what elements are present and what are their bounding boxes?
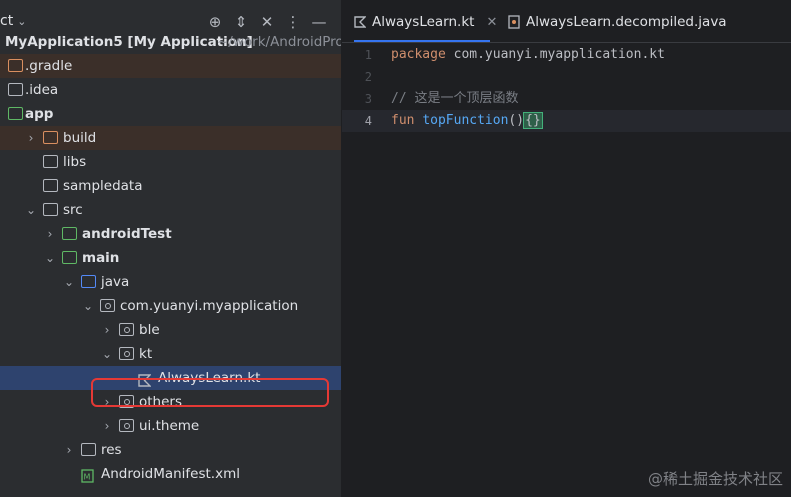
chevron-down-icon[interactable]: ⌄ bbox=[100, 342, 114, 366]
expand-collapse-icon[interactable]: ⇕ bbox=[231, 12, 251, 32]
tree-item[interactable]: sampledata bbox=[0, 174, 341, 198]
close-tab-icon[interactable]: ✕ bbox=[486, 15, 497, 30]
tree-item-label: app bbox=[25, 106, 54, 122]
tree-item[interactable]: ⌄ com.yuanyi.myapplication bbox=[0, 294, 341, 318]
tree-item[interactable]: › ui.theme bbox=[0, 414, 341, 438]
tree-item[interactable]: ⌄ java bbox=[0, 270, 341, 294]
code-token: topFunction bbox=[422, 113, 509, 128]
chevron-down-icon[interactable]: ⌄ bbox=[81, 294, 95, 318]
code-token: {} bbox=[523, 112, 543, 129]
tree-item-label: com.yuanyi.myapplication bbox=[120, 298, 299, 314]
tree-item[interactable]: M AndroidManifest.xml bbox=[0, 462, 341, 486]
minimize-icon[interactable]: — bbox=[309, 12, 329, 32]
code-text: // 这是一个顶层函数 bbox=[391, 88, 518, 110]
code-token: com.yuanyi.myapplication.kt bbox=[445, 47, 665, 62]
tab-alwayslearn-kt[interactable]: AlwaysLearn.kt ✕ bbox=[354, 0, 497, 42]
folder-icon bbox=[43, 179, 58, 192]
code-token: // 这是一个顶层函数 bbox=[391, 91, 519, 106]
tree-item[interactable]: › res bbox=[0, 438, 341, 462]
tree-item-label: java bbox=[101, 274, 130, 290]
tree-item[interactable]: › androidTest bbox=[0, 222, 341, 246]
folder-icon bbox=[43, 203, 58, 216]
svg-text:M: M bbox=[84, 473, 91, 482]
folder-orange-icon bbox=[43, 131, 58, 144]
line-number: 4 bbox=[364, 114, 372, 128]
tree-item[interactable]: ⌄ src bbox=[0, 198, 341, 222]
tree-item-label: androidTest bbox=[82, 226, 172, 242]
tree-item-label: kt bbox=[139, 346, 153, 362]
tree-item[interactable]: ⌄ main bbox=[0, 246, 341, 270]
tree-item[interactable]: .idea bbox=[0, 78, 341, 102]
tree-item-label: MyApplication5 [My Application] bbox=[5, 34, 253, 50]
code-text: package com.yuanyi.myapplication.kt bbox=[391, 44, 665, 66]
tree-item-label: build bbox=[63, 130, 97, 146]
code-line[interactable]: 3 // 这是一个顶层函数 bbox=[342, 88, 791, 110]
tree-item[interactable]: › ble bbox=[0, 318, 341, 342]
code-line[interactable]: 4 fun topFunction(){} bbox=[342, 110, 791, 132]
code-token: fun bbox=[391, 113, 415, 128]
project-view-selector[interactable]: ct ⌄ bbox=[0, 13, 26, 29]
tree-item-label: ble bbox=[139, 322, 160, 338]
kotlin-file-icon bbox=[354, 16, 366, 28]
folder-green-icon bbox=[62, 251, 77, 264]
code-token: package bbox=[391, 47, 446, 62]
chevron-right-icon[interactable]: › bbox=[62, 438, 76, 462]
folder-orange-icon bbox=[8, 59, 23, 72]
chevron-right-icon[interactable]: › bbox=[24, 126, 38, 150]
chevron-right-icon[interactable]: › bbox=[100, 318, 114, 342]
code-line[interactable]: 2 bbox=[342, 66, 791, 88]
chevron-down-icon[interactable]: ⌄ bbox=[43, 246, 57, 270]
line-number: 3 bbox=[364, 92, 372, 106]
chevron-right-icon[interactable]: › bbox=[43, 222, 57, 246]
java-file-icon bbox=[508, 15, 520, 29]
locate-icon[interactable]: ⊕ bbox=[205, 12, 225, 32]
code-line[interactable]: 1 package com.yuanyi.myapplication.kt bbox=[342, 44, 791, 66]
package-icon bbox=[119, 419, 134, 432]
project-panel: ct ⌄ ⊕ ⇕ ✕ ⋮ — MyApplication5 [My Applica… bbox=[0, 0, 342, 497]
project-path: ~/work/AndroidProje bbox=[217, 34, 342, 50]
chevron-down-icon[interactable]: ⌄ bbox=[24, 198, 38, 222]
package-icon bbox=[100, 299, 115, 312]
package-icon bbox=[119, 323, 134, 336]
folder-blue-icon bbox=[81, 275, 96, 288]
highlight-box bbox=[91, 378, 329, 407]
more-options-icon[interactable]: ⋮ bbox=[283, 12, 303, 32]
editor-tabs: AlwaysLearn.kt ✕ AlwaysLearn.decompiled.j… bbox=[342, 0, 791, 43]
editor-area: AlwaysLearn.kt ✕ AlwaysLearn.decompiled.j… bbox=[342, 0, 791, 497]
folder-green-icon bbox=[62, 227, 77, 240]
tree-item[interactable]: ⌄ kt bbox=[0, 342, 341, 366]
tab-alwayslearn-decompiled-java[interactable]: AlwaysLearn.decompiled.java bbox=[508, 0, 727, 42]
chevron-right-icon[interactable]: › bbox=[100, 414, 114, 438]
tree-item-label: .gradle bbox=[25, 58, 73, 74]
code-text: fun topFunction(){} bbox=[391, 110, 543, 132]
tree-item[interactable]: libs bbox=[0, 150, 341, 174]
resources-folder-icon bbox=[81, 443, 96, 456]
tree-item-label: .idea bbox=[25, 82, 59, 98]
watermark: @稀土掘金技术社区 bbox=[647, 470, 783, 488]
folder-icon bbox=[8, 83, 23, 96]
tree-item[interactable]: › build bbox=[0, 126, 341, 150]
module-folder-icon bbox=[8, 107, 23, 120]
line-number: 1 bbox=[364, 48, 372, 62]
tree-item-label: AndroidManifest.xml bbox=[101, 466, 240, 482]
line-number: 2 bbox=[364, 70, 372, 84]
tree-item[interactable]: .gradle bbox=[0, 54, 341, 78]
manifest-file-icon: M bbox=[81, 467, 96, 483]
chevron-down-icon[interactable]: ⌄ bbox=[62, 270, 76, 294]
tree-item-label: sampledata bbox=[63, 178, 143, 194]
package-icon bbox=[119, 347, 134, 360]
close-icon[interactable]: ✕ bbox=[257, 12, 277, 32]
tree-item-label: src bbox=[63, 202, 83, 218]
chevron-down-icon: ⌄ bbox=[17, 15, 27, 28]
tree-item-label: main bbox=[82, 250, 120, 266]
folder-icon bbox=[43, 155, 58, 168]
code-token: () bbox=[508, 113, 525, 128]
tree-item[interactable]: app bbox=[0, 102, 341, 126]
tree-item-label: ui.theme bbox=[139, 418, 200, 434]
tree-item-label: libs bbox=[63, 154, 87, 170]
tree-item-label: res bbox=[101, 442, 122, 458]
tree-item[interactable]: MyApplication5 [My Application] ~/work/An… bbox=[0, 30, 341, 54]
